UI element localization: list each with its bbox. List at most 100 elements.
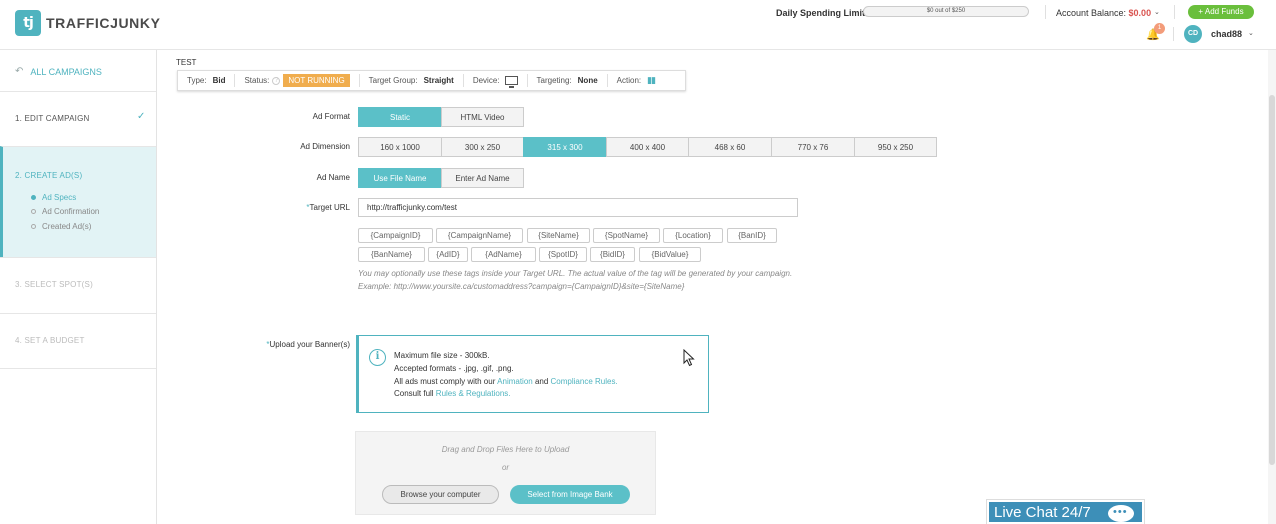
divider xyxy=(1174,5,1175,19)
url-tag[interactable]: {AdID} xyxy=(428,247,468,262)
check-icon: ✓ xyxy=(137,111,146,122)
status-badge: NOT RUNNING xyxy=(283,74,350,87)
step-set-budget[interactable]: 4. SET A BUDGET xyxy=(0,313,156,369)
url-tag[interactable]: {AdName} xyxy=(471,247,536,262)
bullet-icon xyxy=(31,224,36,229)
ad-name-use-file-name[interactable]: Use File Name xyxy=(358,168,442,188)
top-header: tj TRAFFICJUNKY Daily Spending Limit: $0… xyxy=(0,0,1276,50)
target-url-hint: You may optionally use these tags inside… xyxy=(358,269,793,278)
logo-mark: tj xyxy=(15,10,41,36)
ad-name-enter-name[interactable]: Enter Ad Name xyxy=(441,168,524,188)
scrollbar-thumb[interactable] xyxy=(1269,95,1275,465)
image-bank-button[interactable]: Select from Image Bank xyxy=(510,485,630,504)
url-tag[interactable]: {Location} xyxy=(663,228,723,243)
info-icon: i xyxy=(369,349,386,366)
compliance-rules-link[interactable]: Compliance Rules. xyxy=(551,377,618,386)
substep-created-ads[interactable]: Created Ad(s) xyxy=(31,222,91,231)
url-tag[interactable]: {BidID} xyxy=(590,247,635,262)
ad-format-label: Ad Format xyxy=(312,112,350,121)
all-campaigns-link[interactable]: ↶ ALL CAMPAIGNS xyxy=(15,66,102,77)
url-tag[interactable]: {BanName} xyxy=(358,247,425,262)
upload-info-box: i Maximum file size - 300kB. Accepted fo… xyxy=(356,335,709,413)
max-size-value: 300kB. xyxy=(464,351,490,360)
info-label: Device: xyxy=(472,76,500,85)
ad-name-toggle: Use File Name Enter Ad Name xyxy=(358,168,524,188)
all-campaigns-label: ALL CAMPAIGNS xyxy=(30,66,102,77)
add-funds-button[interactable]: + Add Funds xyxy=(1188,5,1254,19)
step-label: 3. SELECT SPOT(S) xyxy=(15,280,93,289)
daily-spending-progress: $0 out of $250 xyxy=(863,6,1029,17)
target-url-example: Example: http://www.yoursite.ca/customad… xyxy=(358,282,685,291)
file-drop-zone[interactable]: Drag and Drop Files Here to Upload or Br… xyxy=(355,431,656,515)
dimension-option[interactable]: 400 x 400 xyxy=(606,137,689,157)
divider xyxy=(1045,5,1046,19)
help-icon[interactable]: ? xyxy=(272,76,281,85)
drop-text: Drag and Drop Files Here to Upload xyxy=(441,445,570,454)
step-label: 4. SET A BUDGET xyxy=(15,336,85,345)
balance-chevron-down-icon[interactable]: ⌄ xyxy=(1154,8,1160,16)
url-tag[interactable]: {SpotName} xyxy=(593,228,660,243)
or-text: or xyxy=(501,463,510,472)
step-label: 1. EDIT CAMPAIGN xyxy=(15,114,90,123)
account-balance[interactable]: Account Balance: $0.00 xyxy=(1056,8,1151,18)
user-chevron-down-icon[interactable]: ⌄ xyxy=(1248,29,1254,37)
upload-info-line: Accepted formats - .jpg, .gif, .png. xyxy=(394,364,514,373)
dimension-option[interactable]: 315 x 300 xyxy=(523,137,607,157)
substep-ad-specs[interactable]: Ad Specs xyxy=(31,193,76,202)
browse-computer-button[interactable]: Browse your computer xyxy=(382,485,499,504)
logo[interactable]: tj TRAFFICJUNKY xyxy=(15,10,161,36)
ad-format-toggle: Static HTML Video xyxy=(358,107,524,127)
substep-label: Ad Confirmation xyxy=(42,207,100,216)
upload-info-line: Consult full Rules & Regulations. xyxy=(394,389,511,398)
substep-label: Ad Specs xyxy=(42,193,77,202)
info-value: Straight xyxy=(423,76,454,85)
info-value: Bid xyxy=(212,76,226,85)
daily-spending-label: Daily Spending Limit: xyxy=(776,8,869,18)
url-tag[interactable]: {SpotID} xyxy=(539,247,587,262)
info-label: Targeting: xyxy=(536,76,572,85)
avatar[interactable]: CD xyxy=(1184,25,1202,43)
live-chat-label: Live Chat 24/7 xyxy=(994,504,1091,521)
dimension-option[interactable]: 770 x 76 xyxy=(771,137,855,157)
animation-link[interactable]: Animation xyxy=(497,377,533,386)
username[interactable]: chad88 xyxy=(1211,29,1242,39)
step-edit-campaign[interactable]: 1. EDIT CAMPAIGN ✓ xyxy=(0,91,156,146)
live-chat-button[interactable]: Live Chat 24/7 ••• xyxy=(986,499,1145,524)
substep-ad-confirmation[interactable]: Ad Confirmation xyxy=(31,207,99,216)
info-label: Target Group: xyxy=(368,76,418,85)
url-tag[interactable]: {CampaignID} xyxy=(358,228,433,243)
ad-dimension-toggle: 160 x 1000 300 x 250 315 x 300 400 x 400… xyxy=(358,137,937,157)
target-url-label-text: Target URL xyxy=(309,203,350,212)
url-tag[interactable]: {SiteName} xyxy=(527,228,590,243)
url-tag[interactable]: {BanID} xyxy=(727,228,777,243)
info-type: Type: Bid xyxy=(178,74,236,87)
bullet-icon xyxy=(31,195,36,200)
dimension-option[interactable]: 160 x 1000 xyxy=(358,137,442,157)
ad-dimension-label: Ad Dimension xyxy=(300,142,350,151)
info-targeting: Targeting: None xyxy=(528,74,608,87)
url-tag[interactable]: {CampaignName} xyxy=(436,228,523,243)
upload-info-line: Maximum file size - 300kB. xyxy=(394,351,490,360)
step-create-ads[interactable]: 2. CREATE AD(S) Ad Specs Ad Confirmation… xyxy=(0,146,156,257)
target-url-label: *Target URL xyxy=(210,203,350,212)
upload-banners-label-text: Upload your Banner(s) xyxy=(269,340,350,349)
rules-regulations-link[interactable]: Rules & Regulations. xyxy=(436,389,511,398)
notification-badge: 1 xyxy=(1154,23,1165,34)
divider xyxy=(1173,27,1174,41)
step-select-spots[interactable]: 3. SELECT SPOT(S) xyxy=(0,257,156,313)
dimension-option[interactable]: 468 x 60 xyxy=(688,137,772,157)
chat-bubble-icon: ••• xyxy=(1108,505,1134,522)
target-url-input[interactable]: http://trafficjunky.com/test xyxy=(358,198,798,217)
info-label: Type: xyxy=(187,76,207,85)
pause-icon[interactable]: ▮▮ xyxy=(647,75,656,86)
ad-format-html-video[interactable]: HTML Video xyxy=(441,107,524,127)
campaign-info-bar: Type: Bid Status:? NOT RUNNING Target Grou… xyxy=(177,70,686,91)
dimension-option[interactable]: 950 x 250 xyxy=(854,137,937,157)
info-label: Action: xyxy=(616,76,642,85)
brand-name: TRAFFICJUNKY xyxy=(46,15,161,31)
ad-format-static[interactable]: Static xyxy=(358,107,442,127)
info-label: Status: xyxy=(244,76,270,85)
dimension-option[interactable]: 300 x 250 xyxy=(441,137,524,157)
text: Maximum file size - xyxy=(394,351,465,360)
url-tag[interactable]: {BidValue} xyxy=(639,247,701,262)
